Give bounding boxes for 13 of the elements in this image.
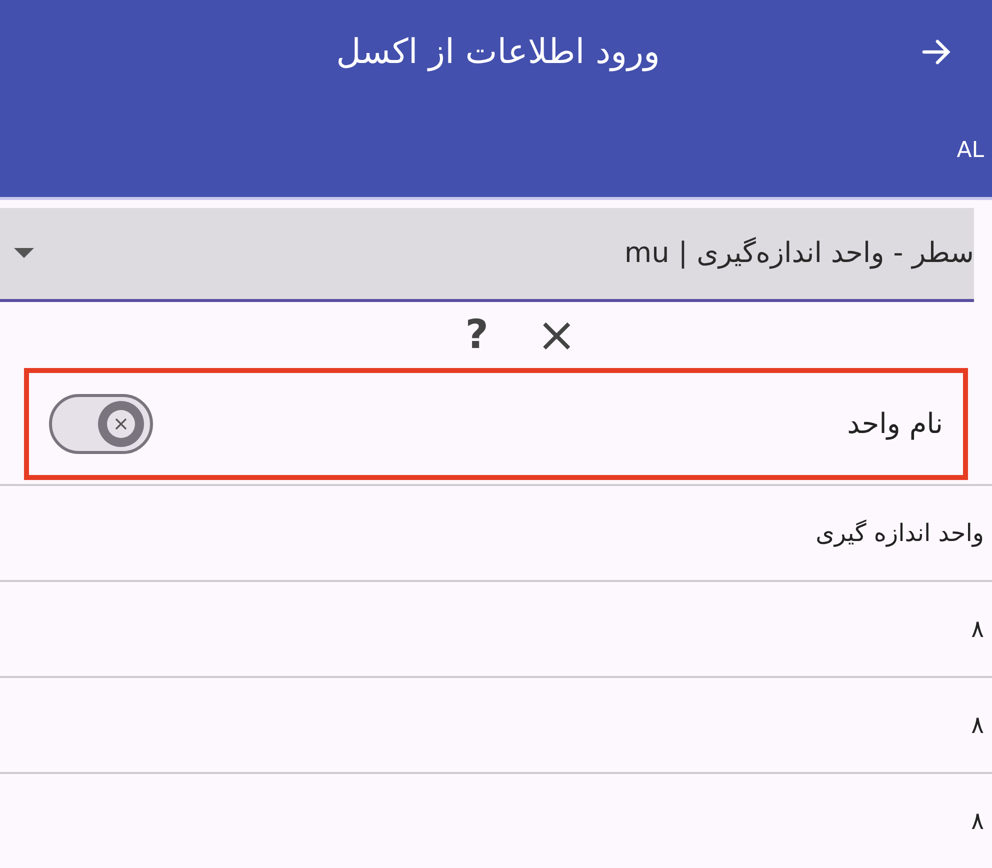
close-button[interactable]: ×: [536, 310, 577, 359]
header-label: AL: [956, 137, 984, 165]
window-title: ورود اطلاعات از اکسل: [336, 30, 660, 74]
close-icon: [114, 417, 128, 431]
dropdown-field[interactable]: سطر - واحد اندازه‌گیری | mu: [0, 208, 974, 302]
dropdown-value: سطر - واحد اندازه‌گیری | mu: [624, 235, 974, 272]
dropdown-caret-icon: [14, 248, 34, 258]
list-item-text: ۸: [971, 614, 984, 645]
list-item-text: ۸: [971, 806, 984, 837]
field-label: نام واحد: [847, 406, 943, 442]
list-item-text: واحد اندازه گیری: [816, 518, 984, 549]
list-item-text: ۸: [971, 710, 984, 741]
help-button[interactable]: ?: [465, 314, 488, 355]
